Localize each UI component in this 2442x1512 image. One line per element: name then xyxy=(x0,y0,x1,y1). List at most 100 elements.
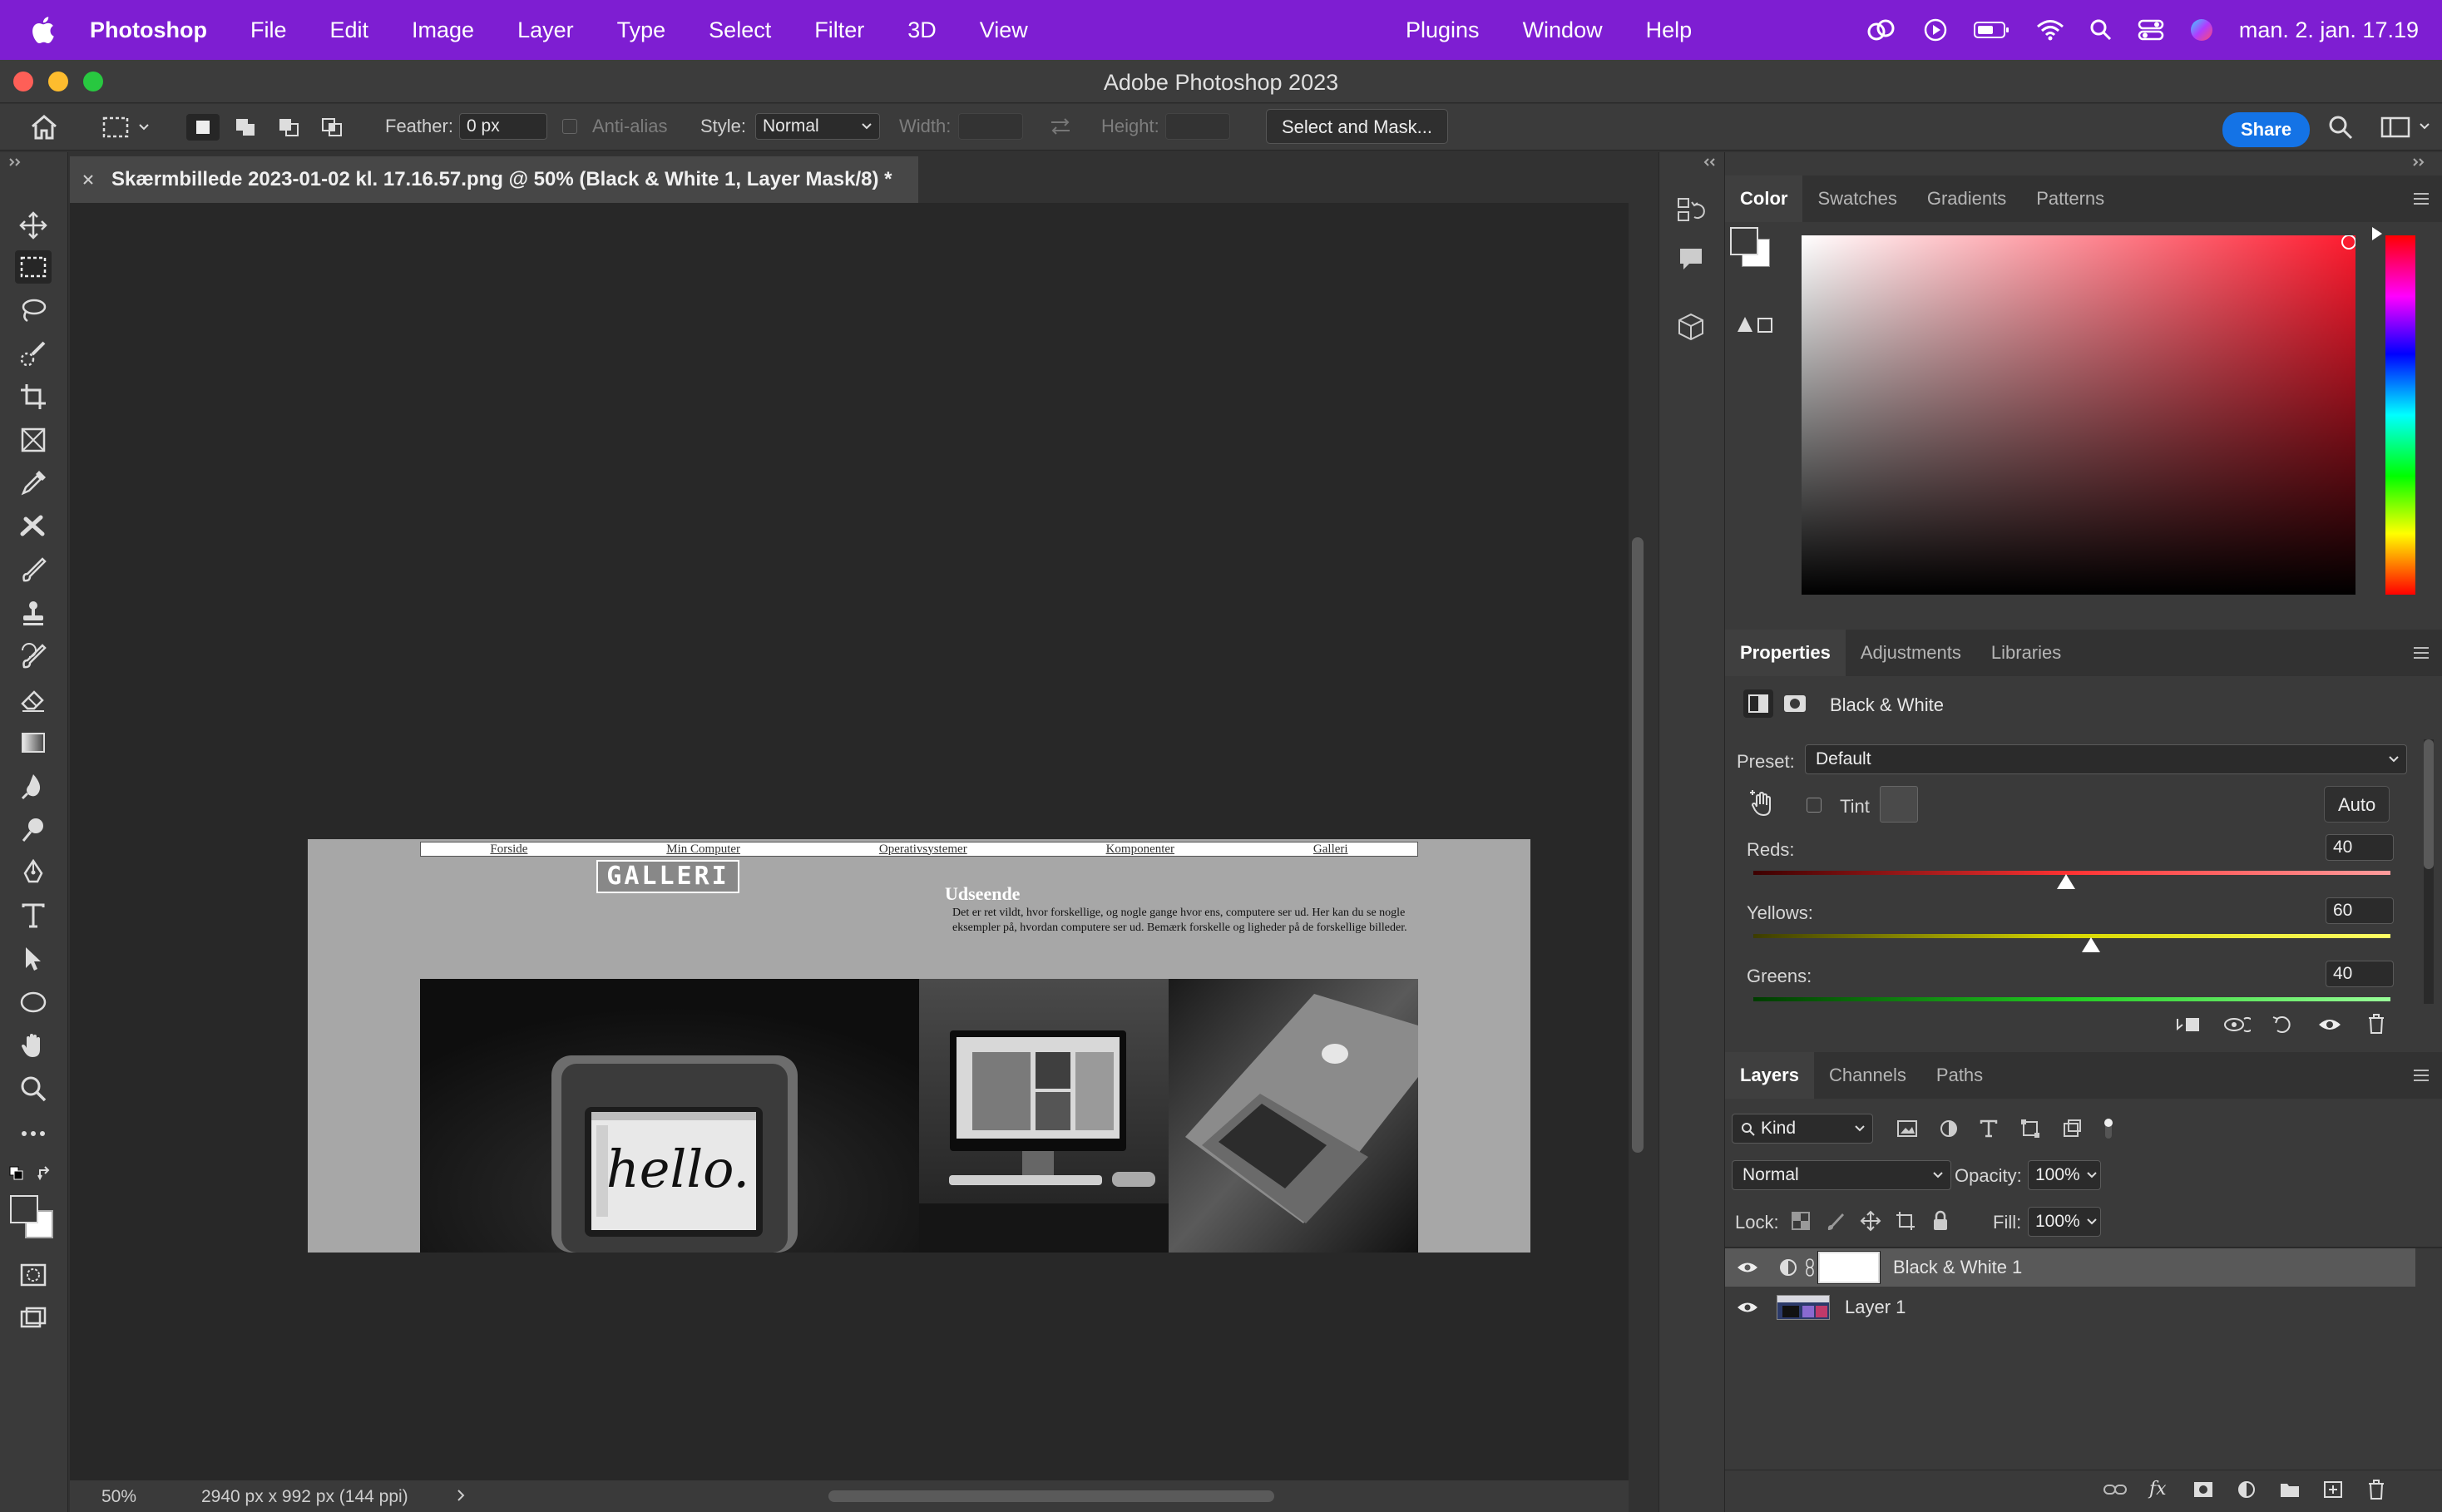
tab-gradients[interactable]: Gradients xyxy=(1912,175,2021,222)
blur-tool-icon[interactable] xyxy=(15,769,52,803)
hue-slider[interactable] xyxy=(2385,235,2415,595)
lock-position-icon[interactable] xyxy=(1860,1210,1881,1232)
crop-tool-icon[interactable] xyxy=(15,380,52,413)
share-button[interactable]: Share xyxy=(2222,112,2311,147)
reds-slider-thumb[interactable] xyxy=(2057,874,2075,889)
move-tool-icon[interactable] xyxy=(15,209,52,242)
tint-color-swatch[interactable] xyxy=(1880,786,1918,823)
zoom-level[interactable]: 50% xyxy=(101,1487,136,1507)
yellows-value-input[interactable]: 60 xyxy=(2326,897,2394,924)
filter-type-layers-icon[interactable] xyxy=(1978,1119,2000,1139)
lock-image-pixels-icon[interactable] xyxy=(1825,1210,1846,1232)
frame-tool-icon[interactable] xyxy=(15,423,52,457)
vertical-scrollbar[interactable] xyxy=(1632,537,1644,1153)
pen-tool-icon[interactable] xyxy=(15,856,52,889)
rectangular-marquee-tool-icon[interactable] xyxy=(15,250,52,284)
more-tools-icon[interactable] xyxy=(15,1117,52,1150)
layer-visibility-eye-icon[interactable] xyxy=(1737,1260,1762,1275)
spotlight-search-icon[interactable] xyxy=(2089,18,2113,42)
default-colors-icon[interactable] xyxy=(8,1165,25,1182)
layer-name[interactable]: Black & White 1 xyxy=(1893,1257,2022,1278)
filter-adjustment-layers-icon[interactable] xyxy=(1938,1119,1960,1139)
menu-layer[interactable]: Layer xyxy=(517,17,574,43)
document-info[interactable]: 2940 px x 992 px (144 ppi) xyxy=(201,1487,408,1507)
3d-panel-icon[interactable] xyxy=(1676,312,1706,342)
control-center-icon[interactable] xyxy=(2138,18,2164,42)
menu-3d[interactable]: 3D xyxy=(907,17,937,43)
menubar-clock[interactable]: man. 2. jan. 17.19 xyxy=(2239,17,2419,43)
lock-transparent-pixels-icon[interactable] xyxy=(1790,1210,1812,1232)
new-group-icon[interactable] xyxy=(2279,1480,2301,1500)
lock-all-icon[interactable] xyxy=(1930,1210,1951,1232)
new-layer-icon[interactable] xyxy=(2322,1480,2344,1500)
close-document-icon[interactable] xyxy=(82,173,95,186)
quick-mask-icon[interactable] xyxy=(15,1258,52,1292)
style-select[interactable]: Normal xyxy=(755,113,880,140)
clip-to-layer-icon[interactable] xyxy=(2174,1014,2202,1035)
feather-input[interactable]: 0 px xyxy=(459,113,547,140)
filter-smart-objects-icon[interactable] xyxy=(2061,1119,2083,1139)
greens-value-input[interactable]: 40 xyxy=(2326,961,2394,987)
battery-icon[interactable] xyxy=(1973,20,2011,40)
targeted-adjustment-hand-icon[interactable] xyxy=(1748,789,1777,818)
workspace-switcher-icon[interactable] xyxy=(2380,116,2435,139)
new-selection-icon[interactable] xyxy=(186,114,220,141)
properties-scroll-track[interactable] xyxy=(2424,739,2434,1022)
hue-slider-handle[interactable] xyxy=(2370,225,2384,242)
swap-colors-icon[interactable] xyxy=(37,1165,55,1183)
filter-toggle-icon[interactable] xyxy=(2099,1117,2118,1140)
path-selection-tool-icon[interactable] xyxy=(15,942,52,976)
collapse-panels-icon[interactable] xyxy=(2412,157,2427,167)
menu-edit[interactable]: Edit xyxy=(330,17,369,43)
layer-name[interactable]: Layer 1 xyxy=(1845,1297,1906,1318)
layer-row-layer-1[interactable]: Layer 1 xyxy=(1725,1288,2415,1327)
color-picker-field[interactable] xyxy=(1802,235,2355,595)
menu-view[interactable]: View xyxy=(980,17,1028,43)
tab-properties[interactable]: Properties xyxy=(1725,630,1846,676)
add-mask-icon[interactable] xyxy=(2192,1480,2214,1500)
wifi-icon[interactable] xyxy=(2036,18,2064,42)
width-input[interactable] xyxy=(958,113,1023,140)
height-input[interactable] xyxy=(1165,113,1230,140)
yellows-slider-thumb[interactable] xyxy=(2082,937,2100,952)
color-panel-menu-icon[interactable] xyxy=(2412,192,2430,205)
opacity-input[interactable]: 100% xyxy=(2028,1160,2101,1190)
play-icon[interactable] xyxy=(1923,17,1948,42)
document-tab[interactable]: Skærmbillede 2023-01-02 kl. 17.16.57.png… xyxy=(70,156,918,203)
tab-libraries[interactable]: Libraries xyxy=(1976,630,2076,676)
filter-pixel-layers-icon[interactable] xyxy=(1896,1119,1918,1139)
lock-artboard-icon[interactable] xyxy=(1895,1210,1916,1232)
apple-menu-icon[interactable] xyxy=(30,16,58,44)
auto-button[interactable]: Auto xyxy=(2324,786,2390,823)
greens-slider-track[interactable] xyxy=(1753,997,2390,1001)
tab-layers[interactable]: Layers xyxy=(1725,1052,1814,1099)
spot-healing-brush-tool-icon[interactable] xyxy=(15,510,52,543)
tab-patterns[interactable]: Patterns xyxy=(2021,175,2119,222)
out-of-gamut-warning-icon[interactable] xyxy=(1737,315,1775,335)
view-previous-state-icon[interactable] xyxy=(2222,1014,2251,1035)
creative-cloud-icon[interactable] xyxy=(1865,17,1898,42)
intersect-selection-icon[interactable] xyxy=(316,114,349,141)
menu-image[interactable]: Image xyxy=(412,17,474,43)
reset-adjustment-icon[interactable] xyxy=(2271,1014,2296,1035)
ellipse-tool-icon[interactable] xyxy=(15,986,52,1019)
tab-color[interactable]: Color xyxy=(1725,175,1803,222)
delete-layer-icon[interactable] xyxy=(2365,1478,2387,1501)
subtract-from-selection-icon[interactable] xyxy=(273,114,306,141)
eraser-tool-icon[interactable] xyxy=(15,683,52,716)
toggle-visibility-icon[interactable] xyxy=(2317,1014,2342,1035)
zoom-tool-icon[interactable] xyxy=(15,1072,52,1105)
reds-value-input[interactable]: 40 xyxy=(2326,834,2394,861)
collapse-toolbar-icon[interactable] xyxy=(8,157,23,167)
clone-stamp-tool-icon[interactable] xyxy=(15,596,52,630)
home-icon[interactable] xyxy=(30,114,58,141)
hand-tool-icon[interactable] xyxy=(15,1029,52,1062)
blend-mode-select[interactable]: Normal xyxy=(1732,1160,1951,1190)
antialias-checkbox[interactable] xyxy=(562,119,577,134)
adjustment-properties-icon[interactable] xyxy=(1743,689,1773,718)
history-panel-icon[interactable] xyxy=(1676,195,1706,225)
layer-visibility-eye-icon[interactable] xyxy=(1737,1300,1762,1315)
brush-tool-icon[interactable] xyxy=(15,553,52,586)
menu-type[interactable]: Type xyxy=(617,17,666,43)
history-brush-tool-icon[interactable] xyxy=(15,640,52,673)
